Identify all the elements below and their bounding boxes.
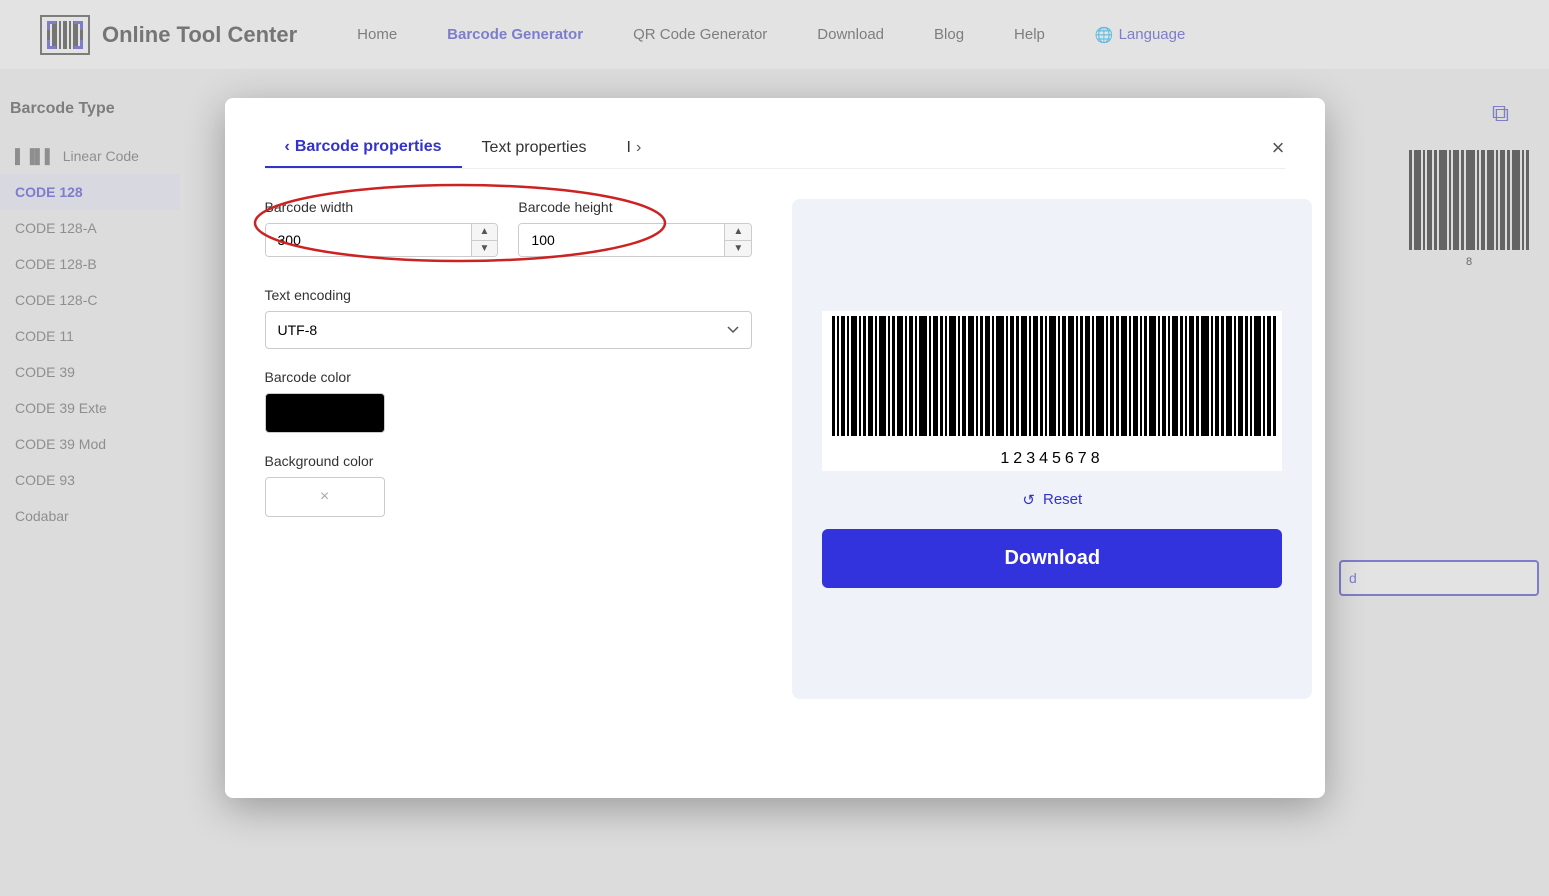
chevron-right-icon: › <box>636 139 641 157</box>
height-up-button[interactable]: ▲ <box>725 224 751 241</box>
clear-color-icon: × <box>320 488 329 506</box>
modal-close-button[interactable]: × <box>1272 137 1285 159</box>
width-spinner: ▲ ▼ <box>471 224 498 256</box>
background-color-section: Background color × <box>265 453 753 517</box>
modal-tabs: ‹ Barcode properties Text properties I ›… <box>265 128 1285 169</box>
tab-barcode-properties[interactable]: ‹ Barcode properties <box>265 128 462 168</box>
chevron-left-icon: ‹ <box>285 138 290 156</box>
barcode-preview: 12345678 <box>822 311 1282 471</box>
modal-right-panel: 12345678 ↺ Reset Download <box>792 199 1312 699</box>
modal-left-panel: Barcode width ▲ ▼ Barcode height <box>265 199 753 699</box>
height-down-button[interactable]: ▼ <box>725 241 751 257</box>
width-down-button[interactable]: ▼ <box>472 241 498 257</box>
modal-content: Barcode width ▲ ▼ Barcode height <box>265 199 1285 699</box>
background-color-swatch[interactable]: × <box>265 477 385 517</box>
barcode-height-label: Barcode height <box>518 199 752 215</box>
text-encoding-label: Text encoding <box>265 287 753 303</box>
reset-icon: ↺ <box>1022 491 1035 509</box>
barcode-image: 12345678 <box>822 311 1282 471</box>
height-spinner: ▲ ▼ <box>724 224 751 256</box>
text-encoding-select[interactable]: UTF-8 ASCII ISO-8859-1 <box>265 311 753 349</box>
barcode-width-input-container: ▲ ▼ <box>265 223 499 257</box>
barcode-color-swatch[interactable] <box>265 393 385 433</box>
background-color-label: Background color <box>265 453 753 469</box>
reset-button[interactable]: ↺ Reset <box>1022 491 1082 509</box>
barcode-width-input[interactable] <box>266 224 471 256</box>
barcode-width-label: Barcode width <box>265 199 499 215</box>
barcode-width-group: Barcode width ▲ ▼ <box>265 199 499 257</box>
barcode-color-section: Barcode color <box>265 369 753 433</box>
download-button[interactable]: Download <box>822 529 1282 588</box>
barcode-height-input-container: ▲ ▼ <box>518 223 752 257</box>
dimensions-row: Barcode width ▲ ▼ Barcode height <box>265 199 753 257</box>
barcode-color-label: Barcode color <box>265 369 753 385</box>
text-encoding-section: Text encoding UTF-8 ASCII ISO-8859-1 <box>265 287 753 349</box>
barcode-height-input[interactable] <box>519 224 724 256</box>
svg-text:12345678: 12345678 <box>1001 450 1104 467</box>
barcode-height-group: Barcode height ▲ ▼ <box>518 199 752 257</box>
modal-dialog: ‹ Barcode properties Text properties I ›… <box>225 98 1325 798</box>
tab-extra[interactable]: I › <box>606 129 661 167</box>
width-up-button[interactable]: ▲ <box>472 224 498 241</box>
tab-text-properties[interactable]: Text properties <box>462 129 607 167</box>
